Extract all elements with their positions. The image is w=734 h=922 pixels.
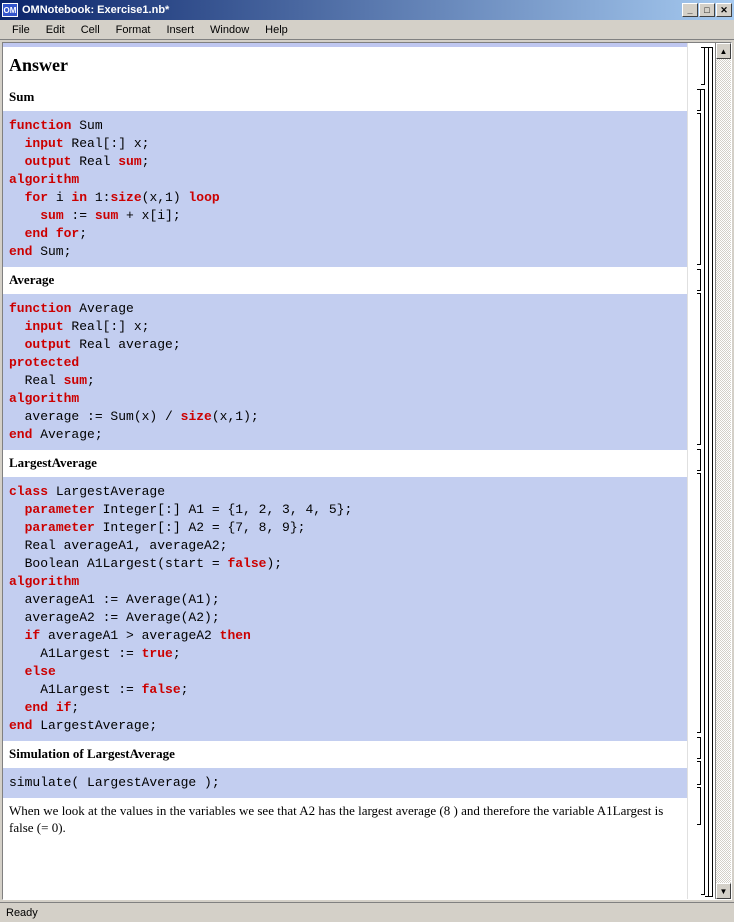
section-header-sum[interactable]: Sum <box>3 84 687 111</box>
section-header-simulation[interactable]: Simulation of LargestAverage <box>3 741 687 768</box>
menu-insert[interactable]: Insert <box>159 22 203 38</box>
menu-file[interactable]: File <box>4 22 38 38</box>
code-cell-sum[interactable]: function Sum input Real[:] x; output Rea… <box>3 111 687 267</box>
app-icon: OM <box>2 3 18 17</box>
menu-help[interactable]: Help <box>257 22 296 38</box>
answer-header[interactable]: Answer <box>3 47 687 84</box>
statusbar: Ready <box>0 902 734 922</box>
menu-window[interactable]: Window <box>202 22 257 38</box>
section-header-average[interactable]: Average <box>3 267 687 294</box>
status-text: Ready <box>6 907 38 919</box>
notebook-body[interactable]: Answer Sum function Sum input Real[:] x;… <box>3 43 687 899</box>
minimize-button[interactable]: _ <box>682 3 698 17</box>
scroll-down-button[interactable]: ▼ <box>716 883 731 899</box>
vertical-scrollbar[interactable]: ▲ ▼ <box>715 43 731 899</box>
titlebar-buttons: _ □ ✕ <box>682 3 732 17</box>
scroll-track[interactable] <box>716 59 731 883</box>
close-button[interactable]: ✕ <box>716 3 732 17</box>
code-cell-largestaverage[interactable]: class LargestAverage parameter Integer[:… <box>3 477 687 741</box>
content-pane: Answer Sum function Sum input Real[:] x;… <box>2 42 732 900</box>
titlebar: OM OMNotebook: Exercise1.nb* _ □ ✕ <box>0 0 734 20</box>
cell-brackets[interactable] <box>687 43 715 899</box>
maximize-button[interactable]: □ <box>699 3 715 17</box>
menu-edit[interactable]: Edit <box>38 22 73 38</box>
menu-format[interactable]: Format <box>108 22 159 38</box>
code-cell-average[interactable]: function Average input Real[:] x; output… <box>3 294 687 450</box>
text-cell-result[interactable]: When we look at the values in the variab… <box>3 798 687 842</box>
menu-cell[interactable]: Cell <box>73 22 108 38</box>
menubar: File Edit Cell Format Insert Window Help <box>0 20 734 40</box>
window-title: OMNotebook: Exercise1.nb* <box>22 4 682 16</box>
section-header-largestaverage[interactable]: LargestAverage <box>3 450 687 477</box>
code-cell-simulate[interactable]: simulate( LargestAverage ); <box>3 768 687 798</box>
workspace: Answer Sum function Sum input Real[:] x;… <box>0 40 734 902</box>
scroll-up-button[interactable]: ▲ <box>716 43 731 59</box>
